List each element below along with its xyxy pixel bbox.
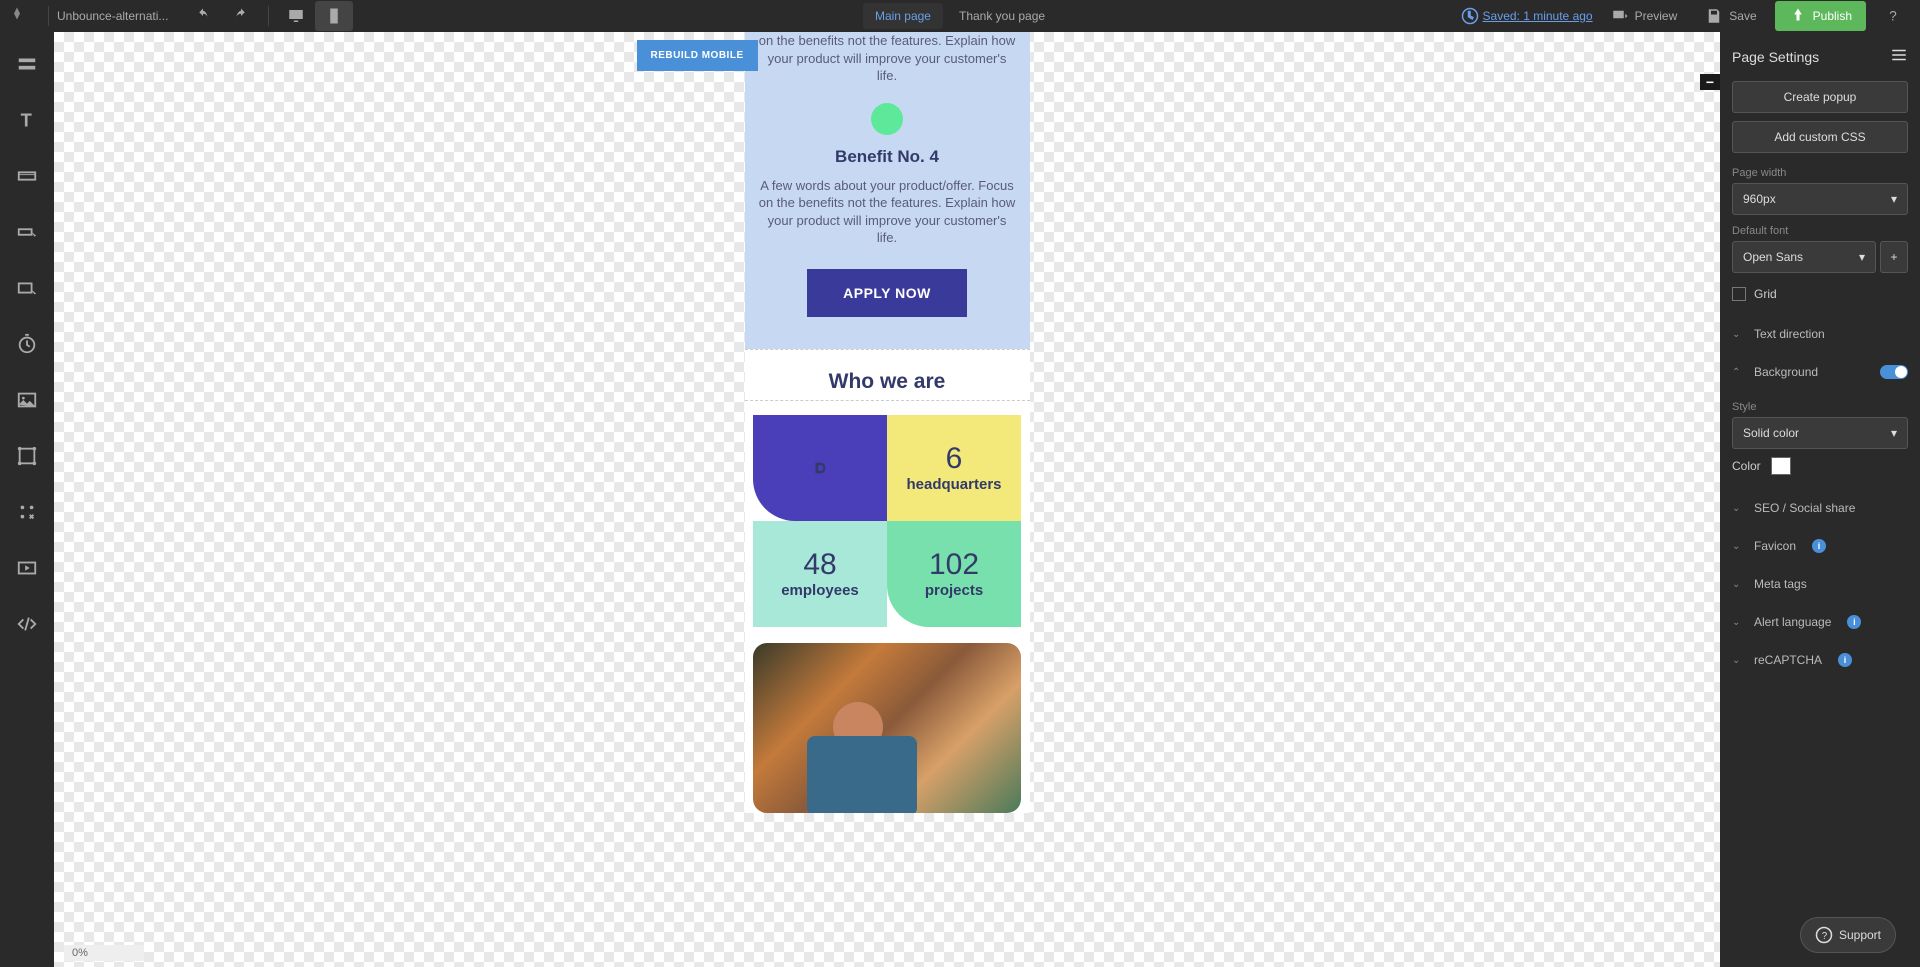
tab-main-page[interactable]: Main page (863, 3, 943, 29)
undo-button[interactable] (184, 1, 222, 31)
chevron-down-icon: ▾ (1891, 426, 1897, 440)
chevron-down-icon: ⌄ (1732, 541, 1744, 552)
stat-num: 6 (946, 442, 963, 476)
alert-language-accordion[interactable]: ⌄ Alert language i (1720, 603, 1920, 641)
save-button[interactable]: Save (1695, 1, 1766, 31)
stat-num: 102 (929, 548, 979, 582)
text-tool-icon[interactable]: T (11, 104, 43, 136)
chevron-down-icon: ⌄ (1732, 503, 1744, 514)
zoom-indicator[interactable]: 0% (64, 945, 144, 961)
recaptcha-accordion[interactable]: ⌄ reCAPTCHA i (1720, 641, 1920, 679)
html-tool-icon[interactable] (11, 608, 43, 640)
add-custom-css-button[interactable]: Add custom CSS (1732, 121, 1908, 153)
mobile-canvas[interactable]: REBUILD MOBILE on the benefits not the f… (745, 32, 1030, 813)
benefit-text-partial[interactable]: on the benefits not the features. Explai… (757, 32, 1018, 85)
stat-headquarters[interactable]: 6 headquarters (887, 415, 1021, 521)
timer-tool-icon[interactable] (11, 328, 43, 360)
chevron-up-icon: ⌃ (1732, 367, 1744, 378)
team-photo[interactable] (753, 643, 1021, 813)
stats-grid[interactable]: 6 headquarters 48 employees 102 projects (753, 415, 1021, 627)
redo-button[interactable] (222, 1, 260, 31)
stat-employees[interactable]: 48 employees (753, 521, 887, 627)
stat-logo-cell[interactable] (753, 415, 887, 521)
chevron-down-icon: ▾ (1891, 192, 1897, 206)
section-tool-icon[interactable] (11, 48, 43, 80)
mobile-view-button[interactable] (315, 1, 353, 31)
page-width-select[interactable]: 960px ▾ (1732, 183, 1908, 215)
favicon-accordion[interactable]: ⌄ Favicon i (1720, 527, 1920, 565)
who-we-are-heading[interactable]: Who we are (745, 370, 1030, 394)
video-tool-icon[interactable] (11, 552, 43, 584)
page-width-label: Page width (1720, 157, 1920, 183)
info-badge-icon: i (1847, 615, 1861, 629)
desktop-view-button[interactable] (277, 1, 315, 31)
image-tool-icon[interactable] (11, 384, 43, 416)
tab-thank-you[interactable]: Thank you page (947, 3, 1057, 29)
info-badge-icon: i (1812, 539, 1826, 553)
app-logo-icon[interactable] (8, 6, 28, 26)
saved-text: Saved: 1 minute ago (1483, 9, 1593, 23)
add-font-button[interactable]: + (1880, 241, 1908, 273)
box-tool-icon[interactable] (11, 272, 43, 304)
benefit-4-text[interactable]: A few words about your product/offer. Fo… (757, 177, 1018, 247)
support-button[interactable]: ? Support (1800, 917, 1896, 953)
panel-title: Page Settings (1732, 49, 1819, 65)
benefit-icon[interactable] (871, 103, 903, 135)
divider (268, 6, 269, 26)
chevron-down-icon: ⌄ (1732, 617, 1744, 628)
help-button[interactable]: ? (1874, 1, 1912, 31)
svg-text:T: T (21, 109, 32, 130)
color-label: Color (1732, 459, 1761, 473)
preview-button[interactable]: Preview (1601, 1, 1688, 31)
rebuild-mobile-button[interactable]: REBUILD MOBILE (637, 40, 758, 71)
text-direction-accordion[interactable]: ⌄ Text direction (1720, 315, 1920, 353)
chevron-down-icon: ⌄ (1732, 329, 1744, 340)
grid-label: Grid (1754, 287, 1777, 301)
seo-accordion[interactable]: ⌄ SEO / Social share (1720, 489, 1920, 527)
stat-projects[interactable]: 102 projects (887, 521, 1021, 627)
chevron-down-icon: ⌄ (1732, 655, 1744, 666)
button-tool-icon[interactable] (11, 216, 43, 248)
form-tool-icon[interactable] (11, 160, 43, 192)
default-font-label: Default font (1720, 215, 1920, 241)
publish-button[interactable]: Publish (1775, 1, 1866, 31)
meta-tags-accordion[interactable]: ⌄ Meta tags (1720, 565, 1920, 603)
color-swatch[interactable] (1771, 457, 1791, 475)
create-popup-button[interactable]: Create popup (1732, 81, 1908, 113)
shape-tool-icon[interactable] (11, 440, 43, 472)
background-toggle[interactable] (1880, 365, 1908, 379)
chevron-down-icon: ▾ (1859, 250, 1865, 264)
chevron-down-icon: ⌄ (1732, 579, 1744, 590)
stat-label: employees (781, 582, 859, 599)
grid-checkbox[interactable] (1732, 287, 1746, 301)
list-toggle-icon[interactable] (1890, 46, 1908, 67)
info-badge-icon: i (1838, 653, 1852, 667)
project-name[interactable]: Unbounce-alternati... (57, 9, 168, 23)
saved-status[interactable]: Saved: 1 minute ago (1461, 7, 1593, 25)
svg-text:?: ? (1822, 931, 1828, 942)
stat-num: 48 (803, 548, 836, 582)
benefit-4-title[interactable]: Benefit No. 4 (757, 147, 1018, 167)
stat-label: headquarters (906, 476, 1001, 493)
background-accordion[interactable]: ⌃ Background (1720, 353, 1920, 391)
divider (48, 6, 49, 26)
default-font-select[interactable]: Open Sans ▾ (1732, 241, 1876, 273)
collapse-handle[interactable]: − (1700, 74, 1720, 90)
icon-tool-icon[interactable] (11, 496, 43, 528)
background-style-select[interactable]: Solid color ▾ (1732, 417, 1908, 449)
svg-text:?: ? (1889, 9, 1897, 24)
apply-now-button[interactable]: APPLY NOW (807, 269, 967, 317)
stat-label: projects (925, 582, 983, 599)
style-label: Style (1720, 391, 1920, 417)
